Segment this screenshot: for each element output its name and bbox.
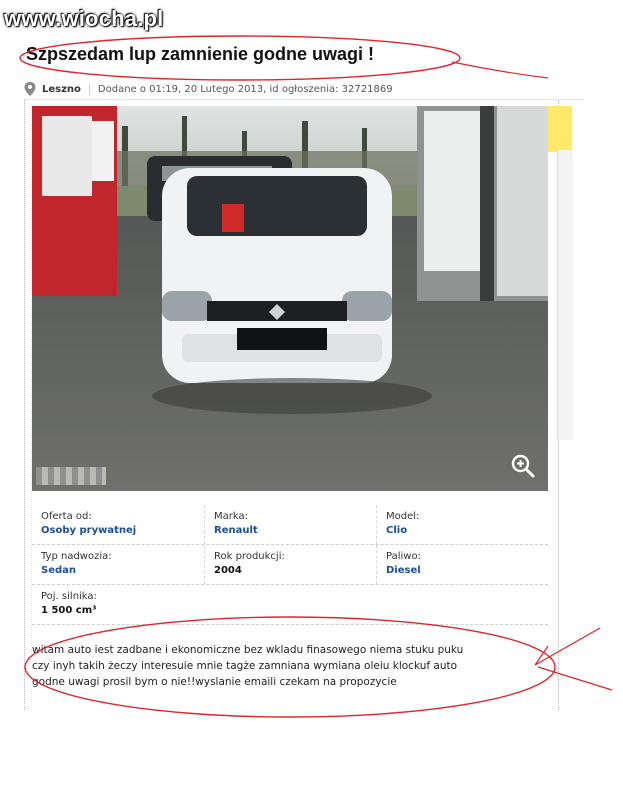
detail-cell-year: Rok produkcji: 2004 <box>204 545 376 584</box>
blurred-watermark <box>36 467 106 485</box>
detail-value-link[interactable]: Osoby prywatnej <box>41 525 204 536</box>
details-row: Oferta od: Osoby prywatnej Marka: Renaul… <box>32 505 548 545</box>
magnifier-plus-icon[interactable] <box>510 453 536 479</box>
title-arrow-annotation <box>451 61 549 79</box>
detail-cell-engine: Poj. silnika: 1 500 cm³ <box>32 585 204 624</box>
car-photo-illustration <box>32 106 548 491</box>
listing-title: Szpszedam lup zamnienie godne uwagi ! <box>26 44 375 64</box>
detail-cell-fuel: Paliwo: Diesel <box>376 545 548 584</box>
details-row: Poj. silnika: 1 500 cm³ <box>32 585 548 625</box>
detail-label: Poj. silnika: <box>41 591 97 602</box>
detail-label: Marka: <box>214 511 248 522</box>
detail-value-link[interactable]: Diesel <box>386 565 548 576</box>
listing-meta: Leszno Dodane o 01:19, 20 Lutego 2013, i… <box>24 79 584 100</box>
detail-cell-body-type: Typ nadwozia: Sedan <box>32 545 204 584</box>
description-line: godne uwagi prosil bym o nie!!wyslanie e… <box>32 676 397 688</box>
detail-value-link[interactable]: Sedan <box>41 565 204 576</box>
description-line: witam auto iest zadbane i ekonomiczne be… <box>32 644 464 656</box>
detail-value: 1 500 cm³ <box>41 605 97 616</box>
detail-value: 2004 <box>214 565 242 576</box>
detail-cell-brand: Marka: Renault <box>204 505 376 544</box>
listing-description: witam auto iest zadbane i ekonomiczne be… <box>32 642 532 690</box>
detail-value-link[interactable]: Renault <box>214 525 376 536</box>
listing-added-info: Dodane o 01:19, 20 Lutego 2013, id ogłos… <box>97 83 393 95</box>
details-table: Oferta od: Osoby prywatnej Marka: Renaul… <box>32 505 548 625</box>
location-pin-icon <box>24 82 36 96</box>
detail-value-link[interactable]: Clio <box>386 525 548 536</box>
car-photo[interactable] <box>32 106 548 491</box>
detail-label: Typ nadwozia: <box>41 551 112 562</box>
side-panel <box>557 150 573 440</box>
description-line: czy inyh takih żeczy interesuie mnie tag… <box>32 660 458 672</box>
detail-cell-offer-from: Oferta od: Osoby prywatnej <box>32 505 204 544</box>
detail-label: Paliwo: <box>386 551 421 562</box>
listing-city[interactable]: Leszno <box>42 83 90 95</box>
detail-label: Model: <box>386 511 420 522</box>
details-row: Typ nadwozia: Sedan Rok produkcji: 2004 … <box>32 545 548 585</box>
detail-label: Rok produkcji: <box>214 551 285 562</box>
site-watermark: www.wiocha.pl <box>4 6 164 31</box>
detail-label: Oferta od: <box>41 511 92 522</box>
detail-cell-model: Model: Clio <box>376 505 548 544</box>
